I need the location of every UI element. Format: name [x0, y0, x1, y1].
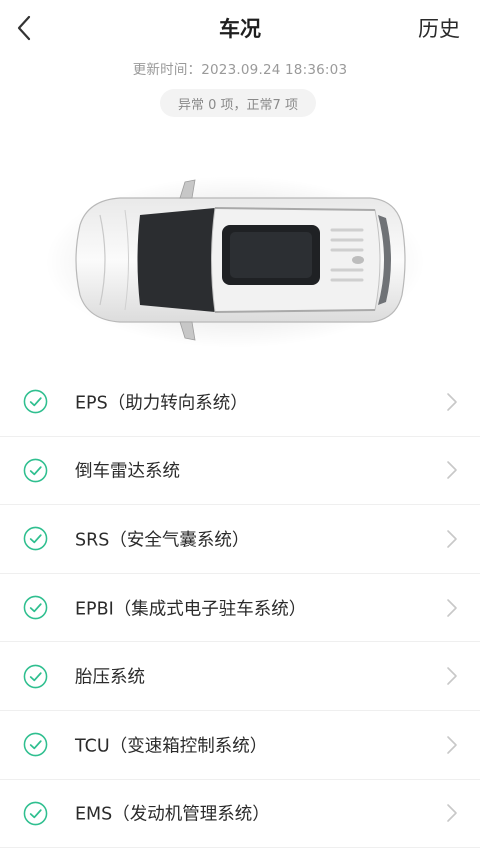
list-item-system[interactable]: SRS（安全气囊系统） [0, 505, 480, 574]
chevron-right-icon [447, 735, 457, 754]
status-summary-badge: 异常 0 项，正常7 项 [160, 89, 316, 117]
check-circle-icon [23, 527, 48, 551]
chevron-right-icon [447, 392, 457, 411]
history-button[interactable]: 历史 [418, 13, 460, 43]
list-item-system[interactable]: TCU（变速箱控制系统） [0, 711, 480, 780]
check-circle-icon [23, 595, 48, 620]
system-label: EPS（助力转向系统） [75, 393, 248, 414]
system-label: EMS（发动机管理系统） [75, 804, 270, 825]
check-circle-icon [23, 458, 48, 483]
list-item-system[interactable]: 倒车雷达系统 [0, 437, 480, 506]
list-item-system[interactable]: 胎压系统 [0, 642, 480, 711]
system-label: 胎压系统 [75, 667, 145, 688]
chevron-right-icon [447, 530, 457, 548]
system-label: EPBI（集成式电子驻车系统） [75, 599, 307, 620]
car-top-view-image [40, 170, 430, 350]
chevron-right-icon [447, 667, 457, 685]
check-circle-icon [23, 664, 48, 688]
list-item-system[interactable]: EPBI（集成式电子驻车系统） [0, 574, 480, 643]
page-title: 车况 [219, 17, 261, 41]
system-label: TCU（变速箱控制系统） [75, 736, 268, 757]
check-circle-icon [23, 389, 48, 414]
list-item-system[interactable]: EMS（发动机管理系统） [0, 780, 480, 848]
chevron-right-icon [447, 804, 457, 823]
update-time: 更新时间：2023.09.24 18:36:03 [132, 62, 348, 78]
top-bar: 车况 历史 [0, 0, 480, 56]
chevron-right-icon [447, 598, 457, 617]
chevron-right-icon [447, 461, 457, 480]
check-circle-icon [23, 732, 48, 757]
check-circle-icon [23, 801, 48, 826]
list-item-system[interactable]: EPS（助力转向系统） [0, 368, 480, 437]
system-label: 倒车雷达系统 [75, 461, 180, 482]
system-status-list: EPS（助力转向系统） 倒车雷达系统 SRS（安全气囊系统） EPBI（集成式电… [0, 368, 480, 848]
system-label: SRS（安全气囊系统） [75, 530, 250, 551]
